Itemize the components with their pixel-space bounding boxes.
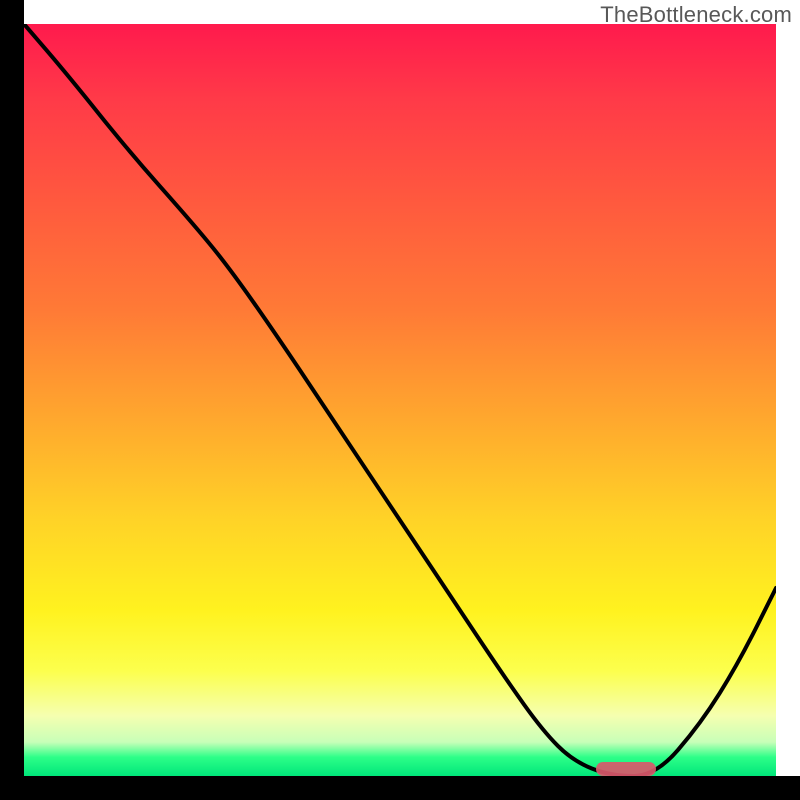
- x-axis-bar: [0, 776, 800, 800]
- y-axis-bar: [0, 0, 24, 800]
- plot-area: [24, 24, 776, 776]
- optimal-marker: [596, 762, 656, 776]
- bottleneck-curve: [24, 24, 776, 776]
- curve-layer: [24, 24, 776, 776]
- bottleneck-chart: TheBottleneck.com: [0, 0, 800, 800]
- attribution-label: TheBottleneck.com: [600, 2, 792, 28]
